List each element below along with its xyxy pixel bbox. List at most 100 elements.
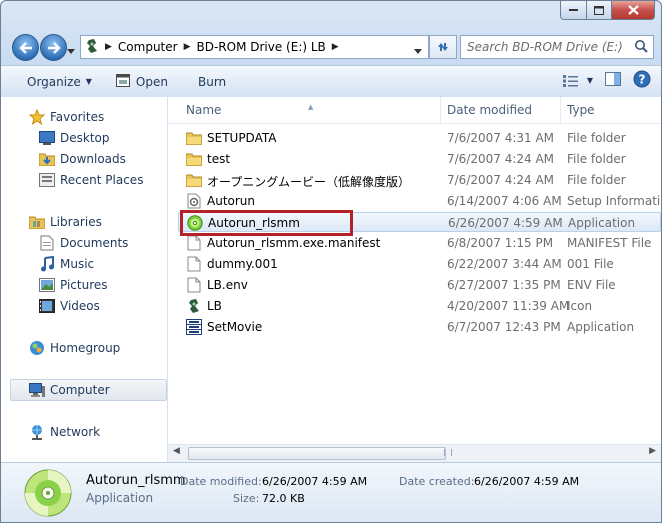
preview-pane-icon	[605, 72, 621, 86]
address-bar[interactable]: ▶ Computer ▶ BD-ROM Drive (E:) LB ▶	[80, 35, 429, 59]
nav-item-label: Recent Places	[60, 173, 144, 187]
nav-item-documents[interactable]: Documents	[39, 234, 128, 252]
search-box[interactable]	[460, 35, 654, 59]
nav-item-recent-places[interactable]: Recent Places	[39, 171, 143, 189]
file-name: test	[207, 152, 231, 166]
nav-computer-label: Computer	[50, 383, 110, 397]
nav-favorites[interactable]: Favorites	[29, 108, 104, 126]
desktop-icon	[39, 130, 55, 146]
breadcrumb-drive[interactable]: BD-ROM Drive (E:) LB	[197, 40, 326, 54]
search-icon[interactable]	[634, 39, 648, 56]
scroll-left-icon[interactable]: ◀	[173, 446, 180, 456]
file-row[interactable]: dummy.001 6/22/2007 3:44 AM 001 File	[178, 254, 661, 274]
file-type: MANIFEST File	[567, 236, 652, 250]
nav-network-label: Network	[50, 425, 101, 439]
nav-homegroup[interactable]: Homegroup	[29, 339, 120, 357]
homegroup-icon	[29, 340, 45, 356]
column-header-date-modified[interactable]: Date modified	[447, 103, 532, 117]
refresh-button[interactable]	[429, 35, 457, 59]
scrollbar-thumb[interactable]	[188, 447, 446, 460]
details-file-type: Application	[86, 491, 154, 505]
column-header-type[interactable]: Type	[567, 103, 595, 117]
lb-icon	[186, 298, 202, 314]
file-name: SETUPDATA	[207, 131, 277, 145]
file-date: 6/14/2007 4:06 AM	[447, 194, 562, 208]
open-button[interactable]: Open	[110, 70, 174, 94]
refresh-icon	[438, 43, 448, 51]
explorer-window: ▶ Computer ▶ BD-ROM Drive (E:) LB ▶ Orga…	[0, 0, 662, 523]
file-row[interactable]: SETUPDATA 7/6/2007 4:31 AM File folder	[178, 128, 661, 148]
maximize-button[interactable]	[587, 1, 612, 20]
chevron-down-icon	[414, 49, 422, 54]
folder-icon	[186, 130, 202, 146]
organize-menu[interactable]: Organize ▼	[21, 70, 98, 94]
nav-item-label: Desktop	[60, 131, 110, 145]
nav-item-desktop[interactable]: Desktop	[39, 129, 110, 147]
file-row[interactable]: オープニングムービー（低解像度版） 7/6/2007 4:24 AM File …	[178, 170, 661, 190]
file-name: dummy.001	[207, 257, 278, 271]
horizontal-scrollbar[interactable]: ◀ ▶	[168, 444, 661, 462]
details-date-modified-label: Date modified:	[180, 475, 262, 488]
breadcrumb-computer[interactable]: Computer	[118, 40, 178, 54]
file-date: 7/6/2007 4:31 AM	[447, 131, 555, 145]
burn-label: Burn	[197, 74, 227, 89]
file-icon	[186, 277, 202, 293]
recent-pages-dropdown[interactable]	[67, 43, 75, 57]
change-view-button[interactable]: ▼	[562, 74, 593, 87]
forward-arrow-icon	[47, 41, 61, 54]
nav-item-label: Videos	[60, 299, 100, 313]
nav-libraries[interactable]: Libraries	[29, 213, 102, 231]
back-arrow-icon	[18, 41, 32, 54]
file-icon	[186, 256, 202, 272]
file-date: 4/20/2007 11:39 AM	[447, 299, 570, 313]
nav-item-downloads[interactable]: Downloads	[39, 150, 126, 168]
file-row[interactable]: LB.env 6/27/2007 1:35 PM ENV File	[178, 275, 661, 295]
nav-item-videos[interactable]: Videos	[39, 297, 100, 315]
recent-places-icon	[39, 172, 55, 188]
open-label: Open	[135, 74, 168, 89]
file-type: File folder	[567, 152, 626, 166]
file-date: 6/26/2007 4:59 AM	[448, 216, 563, 230]
nav-computer[interactable]: Computer	[29, 381, 110, 399]
nav-item-label: Documents	[60, 236, 129, 250]
documents-icon	[39, 235, 55, 251]
file-name: SetMovie	[207, 320, 263, 334]
file-type: File folder	[567, 173, 626, 187]
organize-label: Organize	[27, 74, 81, 89]
column-divider[interactable]	[560, 97, 561, 123]
forward-button[interactable]	[40, 34, 67, 61]
back-button[interactable]	[12, 34, 39, 61]
nav-item-label: Downloads	[60, 152, 126, 166]
nav-item-music[interactable]: Music	[39, 255, 94, 273]
address-history-dropdown[interactable]	[414, 43, 422, 57]
close-button[interactable]	[612, 1, 655, 20]
file-row[interactable]: Autorun_rlsmm.exe.manifest 6/8/2007 1:15…	[178, 233, 661, 253]
search-input[interactable]	[467, 40, 625, 54]
breadcrumb-separator: ▶	[105, 42, 112, 52]
nav-favorites-label: Favorites	[50, 110, 105, 124]
nav-item-pictures[interactable]: Pictures	[39, 276, 108, 294]
file-row[interactable]: LB 4/20/2007 11:39 AM Icon	[178, 296, 661, 316]
file-date: 7/6/2007 4:24 AM	[447, 173, 555, 187]
lb-drive-icon	[85, 38, 99, 57]
file-row[interactable]: Autorun 6/14/2007 4:06 AM Setup Informat…	[178, 191, 661, 211]
help-button[interactable]: ?	[633, 70, 651, 91]
details-date-created-label: Date created:	[399, 475, 475, 488]
details-date-modified: 6/26/2007 4:59 AM	[262, 475, 368, 488]
column-divider[interactable]	[440, 97, 441, 123]
libraries-icon	[29, 214, 45, 230]
minimize-icon	[568, 9, 578, 11]
nav-network[interactable]: Network	[29, 423, 100, 441]
file-row[interactable]: SetMovie 6/7/2007 12:43 PM Application	[178, 317, 661, 337]
file-icon	[186, 235, 202, 251]
burn-button[interactable]: Burn	[192, 70, 232, 94]
file-row[interactable]: test 7/6/2007 4:24 AM File folder	[178, 149, 661, 169]
column-headers: ▲ Name Date modified Type	[168, 97, 661, 124]
svg-text:?: ?	[639, 73, 646, 87]
music-icon	[39, 256, 55, 272]
scroll-right-icon[interactable]: ▶	[649, 446, 656, 456]
nav-item-label: Music	[60, 257, 95, 271]
column-header-name[interactable]: Name	[186, 103, 221, 117]
minimize-button[interactable]	[560, 1, 587, 20]
preview-pane-button[interactable]	[605, 72, 621, 89]
